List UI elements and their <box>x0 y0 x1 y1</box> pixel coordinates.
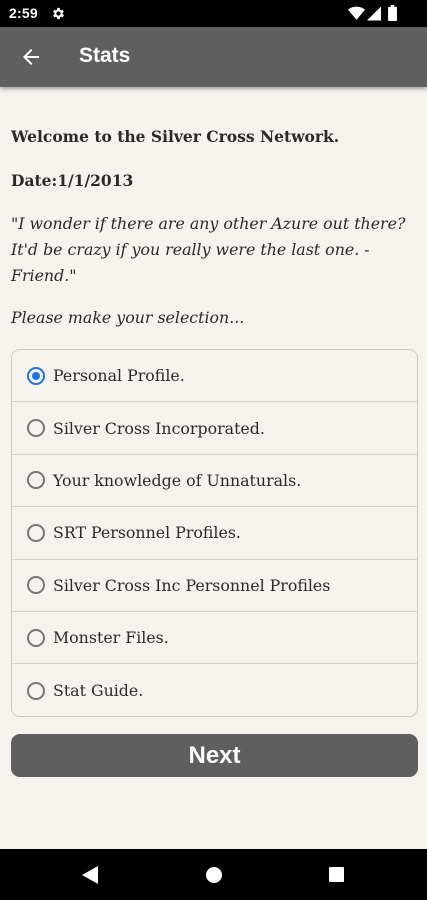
cell-signal-icon <box>367 6 381 21</box>
option-label: Silver Cross Inc Personnel Profiles <box>53 575 331 595</box>
wifi-icon <box>348 6 365 20</box>
selection-prompt: Please make your selection... <box>11 308 245 327</box>
option-srt-personnel-profiles[interactable]: SRT Personnel Profiles. <box>12 507 417 560</box>
option-label: SRT Personnel Profiles. <box>53 523 241 543</box>
radio-button[interactable] <box>27 576 45 595</box>
status-bar: 2:59 <box>0 0 427 27</box>
app-bar: Stats <box>0 27 427 87</box>
option-label: Your knowledge of Unnaturals. <box>53 470 302 490</box>
quote-text: "I wonder if there are any other Azure o… <box>11 214 406 285</box>
option-silver-cross-incorporated[interactable]: Silver Cross Incorporated. <box>12 402 417 455</box>
option-label: Personal Profile. <box>53 366 185 386</box>
radio-button[interactable] <box>27 471 45 490</box>
nav-home-icon[interactable] <box>206 867 222 883</box>
option-monster-files[interactable]: Monster Files. <box>12 612 417 665</box>
option-stat-guide[interactable]: Stat Guide. <box>12 664 417 716</box>
radio-button[interactable] <box>27 523 45 542</box>
option-label: Silver Cross Incorporated. <box>53 418 265 438</box>
selection-radio-group: Personal Profile. Silver Cross Incorpora… <box>11 349 418 717</box>
status-time: 2:59 <box>9 5 38 21</box>
welcome-text: Welcome to the Silver Cross Network. <box>11 127 340 146</box>
radio-button[interactable] <box>27 419 45 438</box>
option-knowledge-of-unnaturals[interactable]: Your knowledge of Unnaturals. <box>12 455 417 508</box>
date-text: Date:1/1/2013 <box>11 171 134 190</box>
option-personal-profile[interactable]: Personal Profile. <box>12 350 417 403</box>
battery-icon <box>388 5 397 21</box>
next-button[interactable]: Next <box>11 734 418 777</box>
radio-button[interactable] <box>27 628 45 647</box>
option-label: Stat Guide. <box>53 681 144 701</box>
navigation-bar <box>0 849 427 900</box>
nav-recents-icon[interactable] <box>329 867 344 882</box>
radio-button[interactable] <box>27 681 45 700</box>
gear-icon <box>53 7 64 20</box>
nav-back-icon[interactable] <box>82 866 98 884</box>
page-title: Stats <box>79 44 131 67</box>
option-label: Monster Files. <box>53 628 169 648</box>
radio-button[interactable] <box>27 366 45 385</box>
back-arrow-icon[interactable] <box>19 45 43 69</box>
option-silver-cross-inc-personnel-profiles[interactable]: Silver Cross Inc Personnel Profiles <box>12 560 417 612</box>
